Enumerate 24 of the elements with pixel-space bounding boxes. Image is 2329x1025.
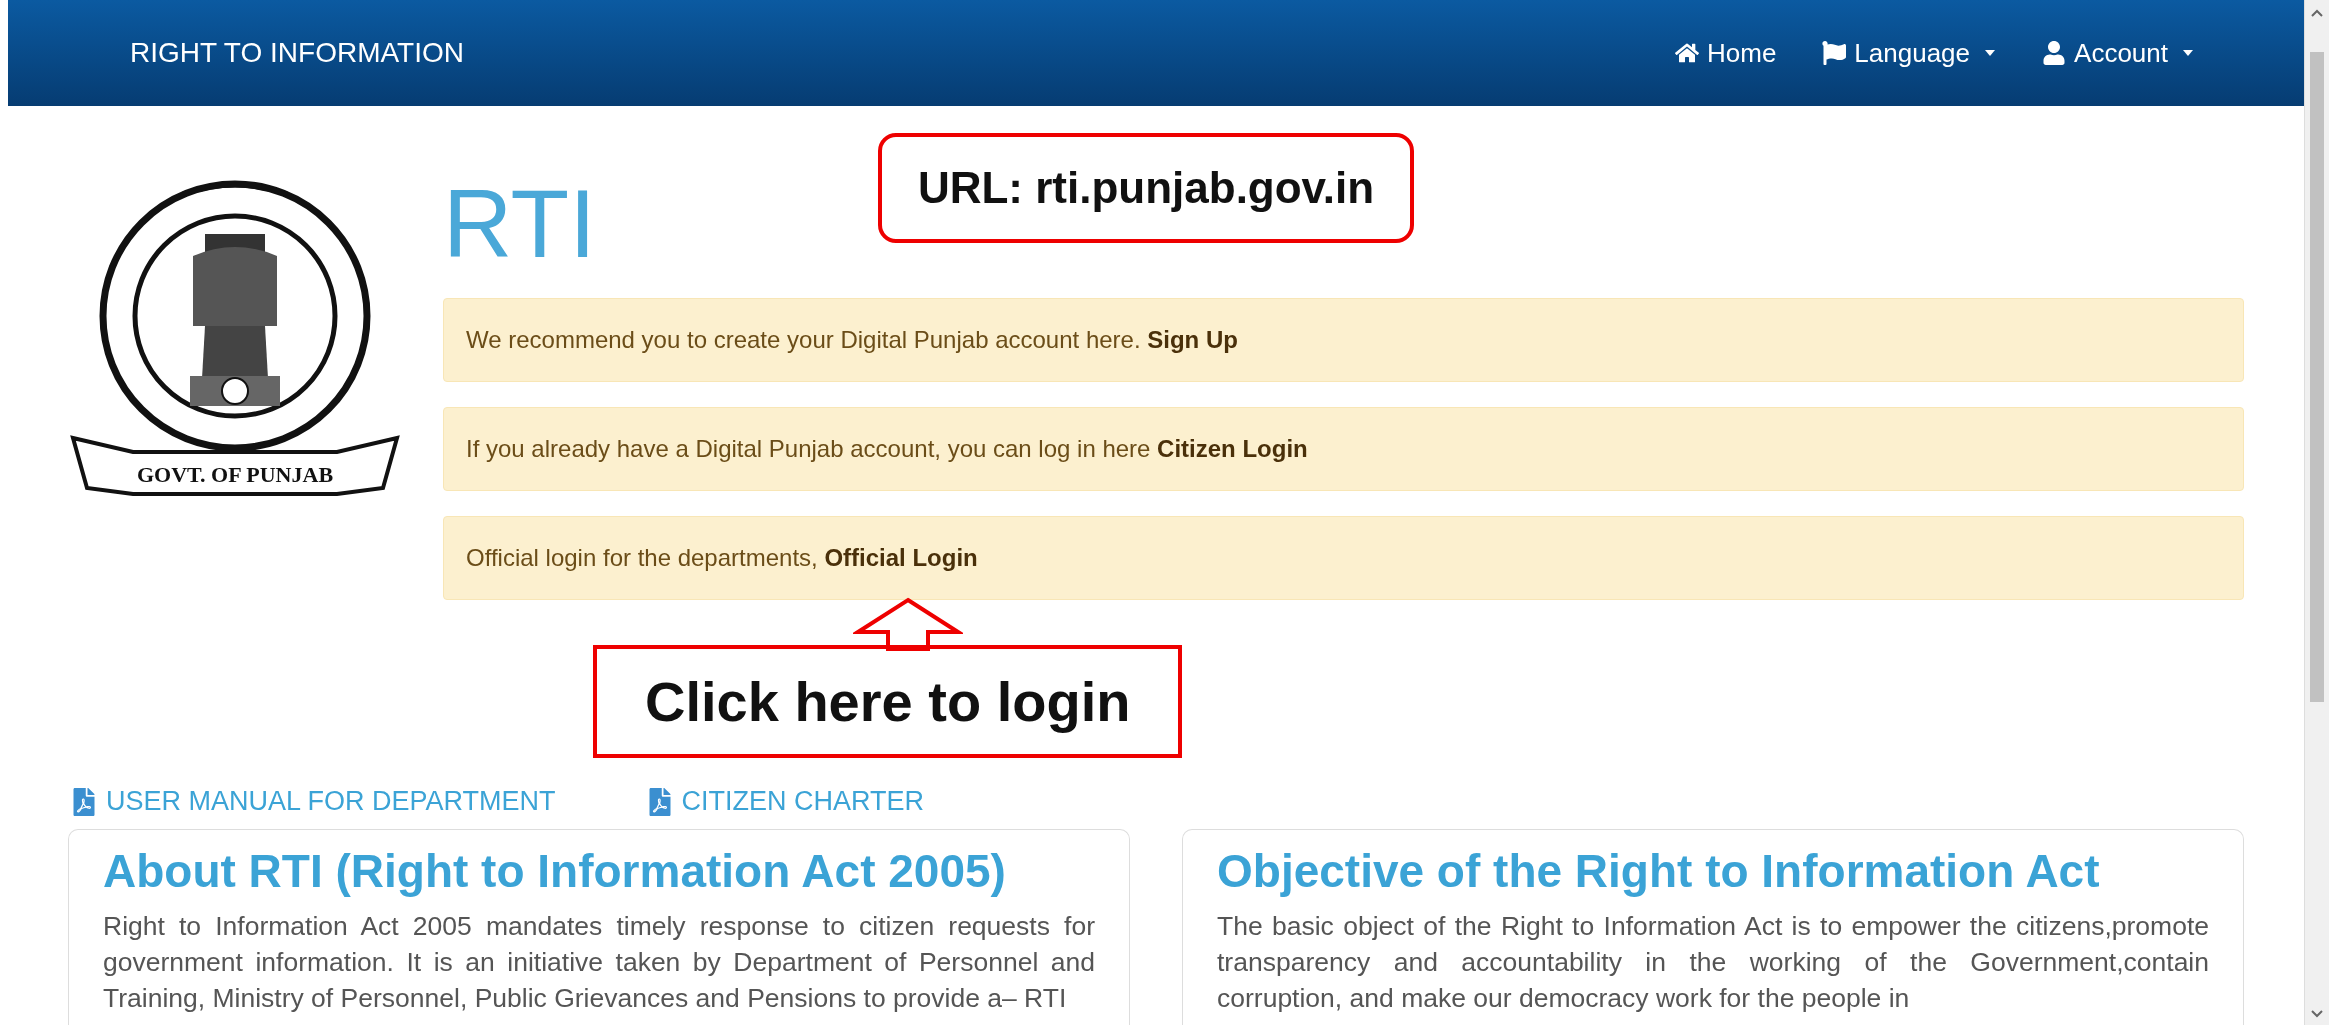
card-heading: About RTI (Right to Information Act 2005) <box>103 844 1007 898</box>
card-heading: Objective of the Right to Information Act <box>1217 844 2101 898</box>
caret-icon <box>1984 49 1997 57</box>
flag-icon <box>1822 41 1847 65</box>
up-arrow-icon <box>853 597 963 651</box>
notice-text: If you already have a Digital Punjab account, you can log in here <box>466 435 1152 463</box>
site-title: RIGHT TO INFORMATION <box>130 37 465 69</box>
nav-dropdown[interactable]: Language <box>1822 37 1997 69</box>
caret-icon <box>2182 49 2194 57</box>
login-callout: Click here to login <box>593 645 1183 758</box>
url-callout: URL: rti.punjab.gov.in <box>877 133 1415 243</box>
scrollbar-thumb[interactable] <box>2310 52 2324 702</box>
page-title: RTI <box>443 176 596 272</box>
notice-text: Official login for the departments, <box>466 544 819 572</box>
card-text: Right to Information Act 2005 mandates timely response to citizen requests for government information. It is an initiative taken by Department of Personnel and Training, Ministry of Personnel, Public Grievances and Pensions to provide a– RTI <box>103 910 1095 1015</box>
notice-link[interactable]: Citizen Login <box>1157 435 1308 463</box>
card-text: The basic object of the Right to Information Act is to empower the citizens,promote transparency and accountability in the working of the Government,contain corruption, and make our democracy work for the people in <box>1217 910 2209 1015</box>
notice-link[interactable]: Sign Up <box>1147 326 1238 354</box>
user-icon <box>2042 41 2067 65</box>
nav-dropdown[interactable]: Account <box>2042 37 2194 69</box>
notice-text: We recommend you to create your Digital Punjab account here. <box>466 326 1142 354</box>
nav-link[interactable]: Home <box>1675 37 1777 69</box>
home-icon <box>1675 41 1699 65</box>
notice-link[interactable]: Official Login <box>824 544 978 572</box>
